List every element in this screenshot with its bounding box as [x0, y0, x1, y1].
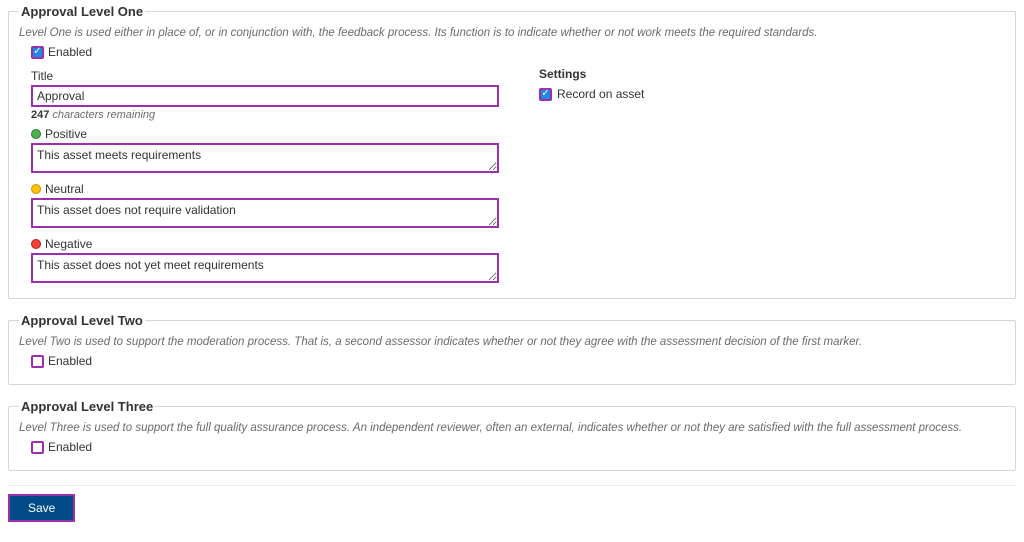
chars-remaining: 247 characters remaining [31, 109, 499, 121]
level-three-enabled-checkbox[interactable] [31, 441, 44, 454]
level-two-enabled-checkbox[interactable] [31, 355, 44, 368]
positive-label: Positive [45, 127, 87, 141]
title-label: Title [31, 69, 499, 83]
level-three-enabled-label: Enabled [48, 440, 92, 454]
positive-icon [31, 129, 41, 139]
level-two-description: Level Two is used to support the moderat… [19, 336, 1005, 348]
level-one-legend: Approval Level One [19, 4, 145, 19]
level-two-enabled-label: Enabled [48, 354, 92, 368]
level-two-legend: Approval Level Two [19, 313, 145, 328]
chars-remaining-count: 247 [31, 109, 49, 121]
level-one-enabled-checkbox[interactable] [31, 46, 44, 59]
negative-input[interactable] [31, 253, 499, 283]
negative-icon [31, 239, 41, 249]
chars-remaining-text: characters remaining [49, 109, 155, 121]
negative-label: Negative [45, 237, 92, 251]
approval-level-two-section: Approval Level Two Level Two is used to … [8, 313, 1016, 385]
neutral-icon [31, 184, 41, 194]
positive-input[interactable] [31, 143, 499, 173]
neutral-input[interactable] [31, 198, 499, 228]
record-on-asset-checkbox[interactable] [539, 88, 552, 101]
record-on-asset-label: Record on asset [557, 87, 644, 101]
save-button[interactable]: Save [8, 494, 75, 522]
neutral-label: Neutral [45, 182, 84, 196]
level-one-description: Level One is used either in place of, or… [19, 27, 1005, 39]
approval-level-three-section: Approval Level Three Level Three is used… [8, 399, 1016, 471]
level-one-enabled-label: Enabled [48, 45, 92, 59]
title-input[interactable] [31, 85, 499, 107]
settings-heading: Settings [539, 67, 1005, 81]
approval-level-one-section: Approval Level One Level One is used eit… [8, 4, 1016, 299]
level-three-description: Level Three is used to support the full … [19, 422, 1005, 434]
level-three-legend: Approval Level Three [19, 399, 155, 414]
